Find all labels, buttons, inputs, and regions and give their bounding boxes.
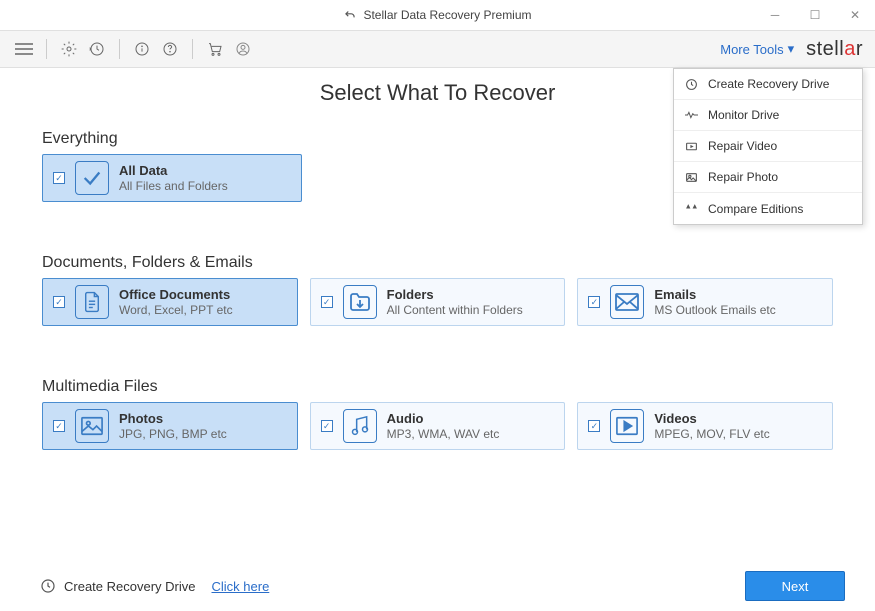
card-sub: Word, Excel, PPT etc (119, 303, 233, 317)
card-title: Videos (654, 411, 769, 427)
gear-icon[interactable] (57, 37, 81, 61)
help-icon[interactable] (158, 37, 182, 61)
card-title: Photos (119, 411, 227, 427)
dropdown-item-label: Create Recovery Drive (708, 77, 829, 91)
cart-icon[interactable] (203, 37, 227, 61)
checkbox[interactable]: ✓ (53, 296, 65, 308)
card-all-data[interactable]: ✓ All Data All Files and Folders (42, 154, 302, 202)
document-icon (75, 285, 109, 319)
card-title: Office Documents (119, 287, 233, 303)
dropdown-create-recovery[interactable]: Create Recovery Drive (674, 69, 862, 100)
dropdown-item-label: Monitor Drive (708, 108, 779, 122)
dropdown-monitor-drive[interactable]: Monitor Drive (674, 100, 862, 131)
card-title: Folders (387, 287, 523, 303)
card-sub: MPEG, MOV, FLV etc (654, 427, 769, 441)
dropdown-item-label: Compare Editions (708, 202, 803, 216)
section-documents-label: Documents, Folders & Emails (42, 254, 833, 272)
card-sub: All Content within Folders (387, 303, 523, 317)
footer-link[interactable]: Click here (212, 579, 270, 594)
recovery-drive-icon (684, 78, 698, 91)
music-icon (343, 409, 377, 443)
checkbox[interactable]: ✓ (588, 420, 600, 432)
toolbar: More Tools ▾ stellar (0, 30, 875, 68)
brand-logo: stellar (806, 38, 863, 61)
repair-video-icon (684, 140, 698, 153)
minimize-button[interactable]: ─ (755, 0, 795, 30)
dropdown-compare-editions[interactable]: Compare Editions (674, 193, 862, 224)
card-videos[interactable]: ✓ Videos MPEG, MOV, FLV etc (577, 402, 833, 450)
card-sub: All Files and Folders (119, 179, 228, 193)
window-title: Stellar Data Recovery Premium (363, 8, 531, 22)
dropdown-item-label: Repair Photo (708, 170, 778, 184)
checkbox[interactable]: ✓ (588, 296, 600, 308)
footer-label: Create Recovery Drive (64, 579, 196, 594)
card-title: Emails (654, 287, 775, 303)
compare-icon (684, 202, 698, 215)
recovery-drive-icon (40, 578, 56, 594)
card-folders[interactable]: ✓ Folders All Content within Folders (310, 278, 566, 326)
play-icon (610, 409, 644, 443)
dropdown-item-label: Repair Video (708, 139, 777, 153)
section-multimedia-label: Multimedia Files (42, 378, 833, 396)
card-emails[interactable]: ✓ Emails MS Outlook Emails etc (577, 278, 833, 326)
chevron-down-icon: ▾ (788, 41, 795, 57)
card-photos[interactable]: ✓ Photos JPG, PNG, BMP etc (42, 402, 298, 450)
card-sub: MP3, WMA, WAV etc (387, 427, 500, 441)
close-button[interactable]: ✕ (835, 0, 875, 30)
image-icon (75, 409, 109, 443)
more-tools-menu[interactable]: More Tools ▾ (720, 41, 794, 57)
monitor-icon (684, 110, 698, 120)
footer: Create Recovery Drive Click here Next (0, 561, 875, 611)
checkbox[interactable]: ✓ (53, 172, 65, 184)
next-button[interactable]: Next (745, 571, 845, 601)
card-sub: MS Outlook Emails etc (654, 303, 775, 317)
envelope-icon (610, 285, 644, 319)
card-sub: JPG, PNG, BMP etc (119, 427, 227, 441)
checkbox[interactable]: ✓ (321, 296, 333, 308)
checkbox[interactable]: ✓ (321, 420, 333, 432)
check-icon (75, 161, 109, 195)
user-icon[interactable] (231, 37, 255, 61)
info-icon[interactable] (130, 37, 154, 61)
maximize-button[interactable]: ☐ (795, 0, 835, 30)
dropdown-repair-photo[interactable]: Repair Photo (674, 162, 862, 193)
more-tools-dropdown: Create Recovery Drive Monitor Drive Repa… (673, 68, 863, 225)
folder-down-icon (343, 285, 377, 319)
checkbox[interactable]: ✓ (53, 420, 65, 432)
more-tools-label: More Tools (720, 42, 783, 57)
history-icon[interactable] (85, 37, 109, 61)
card-title: Audio (387, 411, 500, 427)
repair-photo-icon (684, 171, 698, 184)
card-title: All Data (119, 163, 228, 179)
back-icon (343, 8, 357, 22)
card-office-documents[interactable]: ✓ Office Documents Word, Excel, PPT etc (42, 278, 298, 326)
dropdown-repair-video[interactable]: Repair Video (674, 131, 862, 162)
card-audio[interactable]: ✓ Audio MP3, WMA, WAV etc (310, 402, 566, 450)
titlebar: Stellar Data Recovery Premium ─ ☐ ✕ (0, 0, 875, 30)
menu-icon[interactable] (12, 37, 36, 61)
